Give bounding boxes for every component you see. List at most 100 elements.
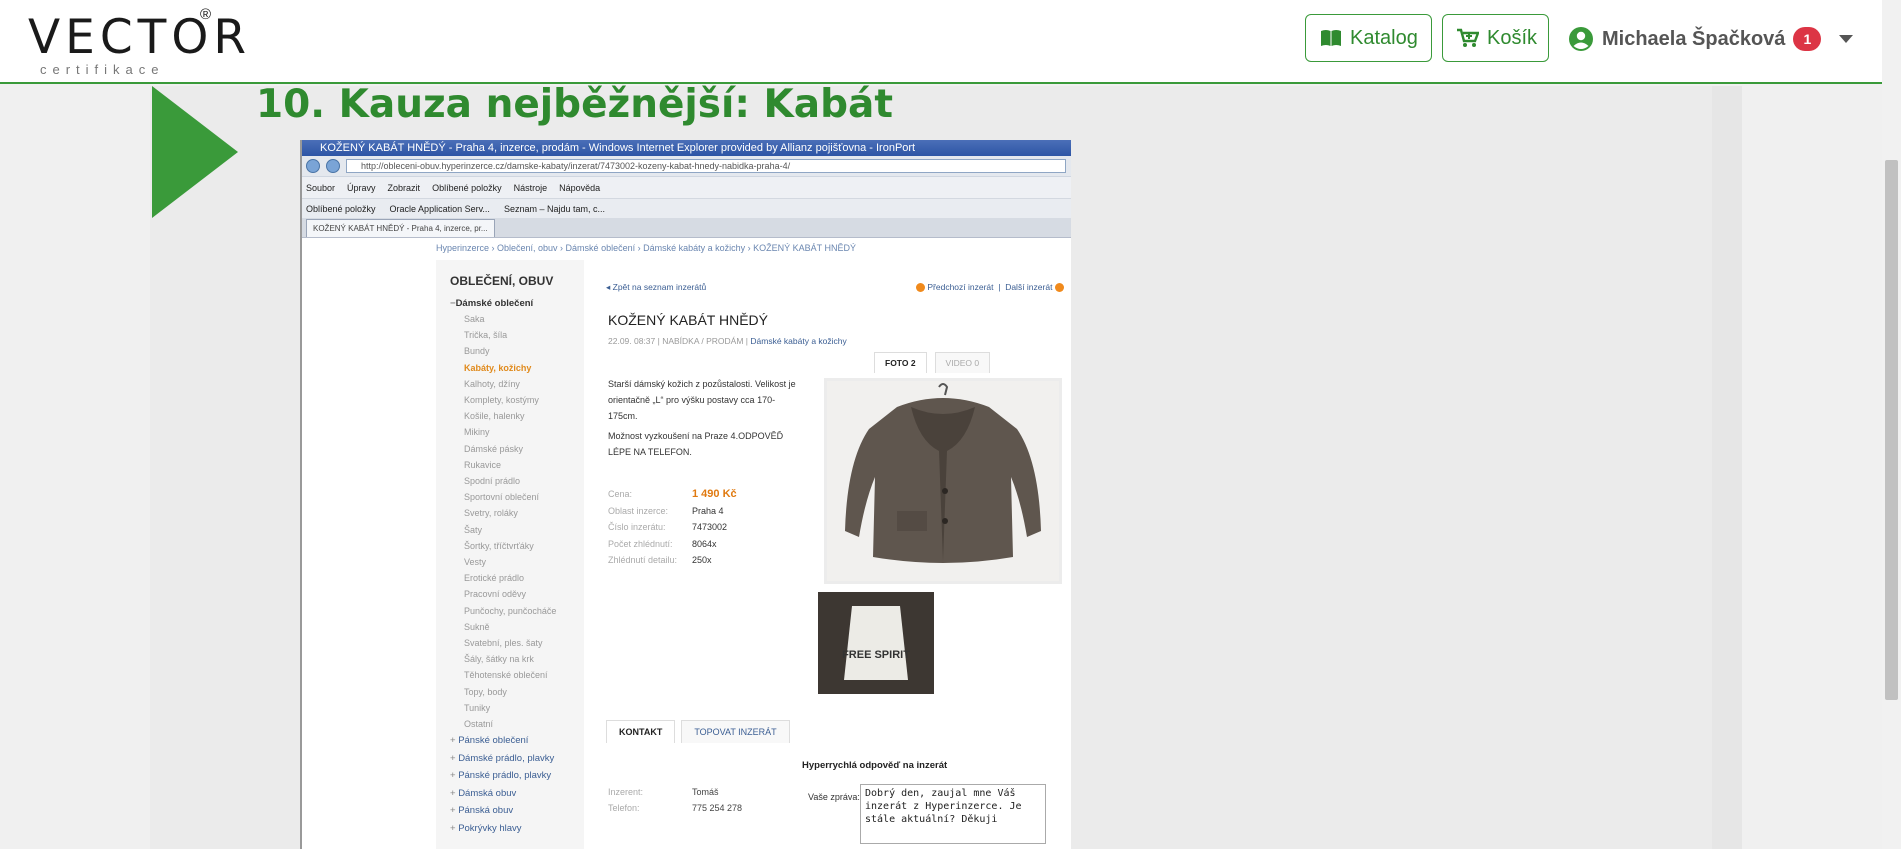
- katalog-button[interactable]: Katalog: [1305, 14, 1432, 62]
- sidebar-item: Šaty: [464, 524, 483, 535]
- sidebar-item: Dámské pásky: [464, 443, 524, 454]
- content-side-strip: [1712, 86, 1742, 849]
- sidebar-item: Pracovní oděvy: [464, 589, 527, 600]
- label-image: FREE SPIRIT: [818, 592, 934, 694]
- sidebar-item: Košile, halenky: [464, 411, 525, 422]
- ad-description: Starší dámský kožich z pozůstalosti. Vel…: [608, 376, 798, 464]
- sidebar-item: Těhotenské oblečení: [464, 670, 548, 681]
- parameter-value: 250x: [692, 555, 712, 565]
- sidebar-item: Komplety, kostýmy: [464, 395, 539, 406]
- embedded-browser-screenshot: KOŽENÝ KABÁT HNĚDÝ - Praha 4, inzerce, p…: [300, 140, 1071, 849]
- sidebar-subcategory: Dámská obuv: [450, 785, 584, 803]
- logo-subtitle: certifikace: [40, 62, 165, 77]
- sidebar-item: Vesty: [464, 557, 487, 568]
- ad-detail: ◂ Zpět na seznam inzerátů Předchozí inze…: [596, 268, 1071, 849]
- tab-video: VIDEO 0: [934, 352, 991, 373]
- user-name: Michaela Špačková: [1602, 27, 1786, 50]
- chevron-down-icon[interactable]: [1839, 35, 1854, 43]
- prev-arrow-icon: [916, 283, 925, 293]
- ie-menu-item: Soubor: [306, 182, 336, 193]
- contact-label: Telefon:: [608, 803, 640, 813]
- sidebar-item: Svatební, ples. šaty: [464, 638, 543, 649]
- ad-meta: 22.09. 08:37 | NABÍDKA / PRODÁM | Dámské…: [608, 336, 847, 346]
- back-icon: [306, 159, 320, 173]
- sidebar-item: Kabáty, kožichy: [464, 362, 532, 373]
- ie-tab: KOŽENÝ KABÁT HNĚDÝ - Praha 4, inzerce, p…: [306, 219, 495, 237]
- quick-reply-label: Vaše zpráva:: [808, 792, 860, 802]
- ad-parameter-row: Oblast inzerce: Praha 4: [608, 503, 737, 520]
- ie-menu-item: Zobrazit: [387, 182, 421, 193]
- parameter-value: 7473002: [692, 522, 728, 532]
- ad-parameter-row: Zhlédnutí detailu: 250x: [608, 552, 737, 569]
- label-thumbnail: FREE SPIRIT: [818, 592, 934, 694]
- sidebar-subcategory: Pánské prádlo, plavky: [450, 767, 584, 785]
- contact-row: Inzerent: Tomáš: [608, 784, 742, 800]
- contact-info: Inzerent: Tomáš Telefon: 775 254 278: [608, 784, 742, 816]
- sidebar-subcategory-list: Pánské oblečeníDámské prádlo, plavkyPáns…: [436, 732, 584, 837]
- slide-title: 10. Kauza nejběžnější: Kabát: [256, 82, 893, 127]
- ie-menu-bar: Soubor Úpravy Zobrazit Oblíbené položky …: [302, 176, 1071, 198]
- sidebar-item: Ostatní: [464, 719, 494, 730]
- katalog-label: Katalog: [1350, 26, 1418, 49]
- user-menu[interactable]: Michaela Špačková 1: [1568, 22, 1854, 56]
- contact-label: Inzerent:: [608, 787, 644, 797]
- sidebar-category: Dámské oblečení: [450, 296, 584, 311]
- ie-menu-item: Nápověda: [559, 182, 601, 193]
- ie-menu-item: Nástroje: [513, 182, 548, 193]
- ad-title: KOŽENÝ KABÁT HNĚDÝ: [608, 312, 769, 328]
- ie-favorite-item: Oblíbené položky: [306, 203, 376, 214]
- quick-reply-message: Dobrý den, zaujal mne Váš inzerát z Hype…: [860, 784, 1046, 844]
- sidebar-item: Bundy: [464, 346, 490, 357]
- coat-photo: [824, 378, 1062, 584]
- sidebar-subcategory: Pánské oblečení: [450, 732, 584, 750]
- ie-window-title: KOŽENÝ KABÁT HNĚDÝ - Praha 4, inzerce, p…: [302, 140, 1071, 156]
- contact-row: Telefon: 775 254 278: [608, 800, 742, 816]
- next-ad-link: Další inzerát: [1005, 282, 1053, 292]
- parameter-label: Číslo inzerátu:: [608, 522, 666, 532]
- green-triangle-decoration: [152, 86, 238, 218]
- price-value: 1 490 Kč: [692, 488, 737, 500]
- ie-favorite-item: Oracle Application Serv...: [389, 203, 490, 214]
- sidebar-item: Svetry, roláky: [464, 508, 518, 519]
- ie-menu-item: Úpravy: [347, 182, 376, 193]
- sidebar-item: Sukně: [464, 621, 490, 632]
- ad-parameter-row: Počet zhlédnutí: 8064x: [608, 536, 737, 553]
- ie-menu-item: Oblíbené položky: [432, 182, 502, 193]
- tab-kontakt: KONTAKT: [606, 720, 676, 743]
- ad-description-paragraph: Starší dámský kožich z pozůstalosti. Vel…: [608, 379, 796, 421]
- tab-topovat: TOPOVAT INZERÁT: [681, 720, 790, 743]
- logo-text: VECTOR: [28, 10, 252, 65]
- prev-ad-link: Předchozí inzerát: [927, 282, 994, 292]
- sidebar-item: Trička, šíla: [464, 330, 508, 341]
- tab-foto: FOTO 2: [874, 352, 927, 373]
- ad-meta-category: Dámské kabáty a kožichy: [750, 336, 847, 346]
- media-tabs: FOTO 2 VIDEO 0: [874, 352, 991, 373]
- sidebar-item: Topy, body: [464, 686, 507, 697]
- sidebar-item: Šály, šátky na krk: [464, 654, 534, 665]
- ad-parameter-row: Číslo inzerátu: 7473002: [608, 519, 737, 536]
- label-image-text: FREE SPIRIT: [842, 649, 910, 661]
- contact-value: Tomáš: [692, 787, 719, 797]
- scrollbar-thumb[interactable]: [1885, 160, 1898, 700]
- sidebar-subcategory: Pánská obuv: [450, 802, 584, 820]
- sidebar-item: Tuniky: [464, 702, 491, 713]
- sidebar-item: Rukavice: [464, 459, 502, 470]
- sidebar-item: Mikiny: [464, 427, 490, 438]
- kosik-button[interactable]: Košík: [1442, 14, 1549, 62]
- coat-image: [827, 381, 1059, 581]
- sidebar-item: Punčochy, punčocháče: [464, 605, 557, 616]
- sidebar-item: Saka: [464, 314, 485, 324]
- sidebar-heading: OBLEČENÍ, OBUV: [450, 274, 554, 288]
- parameter-label: Zhlédnutí detailu:: [608, 555, 678, 565]
- sidebar-item: Kalhoty, džíny: [464, 378, 520, 389]
- ie-favorites-bar: Oblíbené položky Oracle Application Serv…: [302, 198, 1071, 218]
- book-icon: [1321, 30, 1341, 46]
- contact-tabs: KONTAKT TOPOVAT INZERÁT: [606, 720, 790, 743]
- page-scrollbar[interactable]: [1882, 0, 1901, 849]
- parameter-label: Oblast inzerce:: [608, 505, 669, 516]
- prev-next-links: Předchozí inzerát | Další inzerát: [916, 282, 1064, 293]
- parameter-label: Počet zhlédnutí:: [608, 538, 673, 549]
- vector-logo[interactable]: VECTOR ® certifikace: [28, 6, 246, 78]
- parameter-label: Cena:: [608, 489, 633, 499]
- contact-value: 775 254 278: [692, 803, 743, 813]
